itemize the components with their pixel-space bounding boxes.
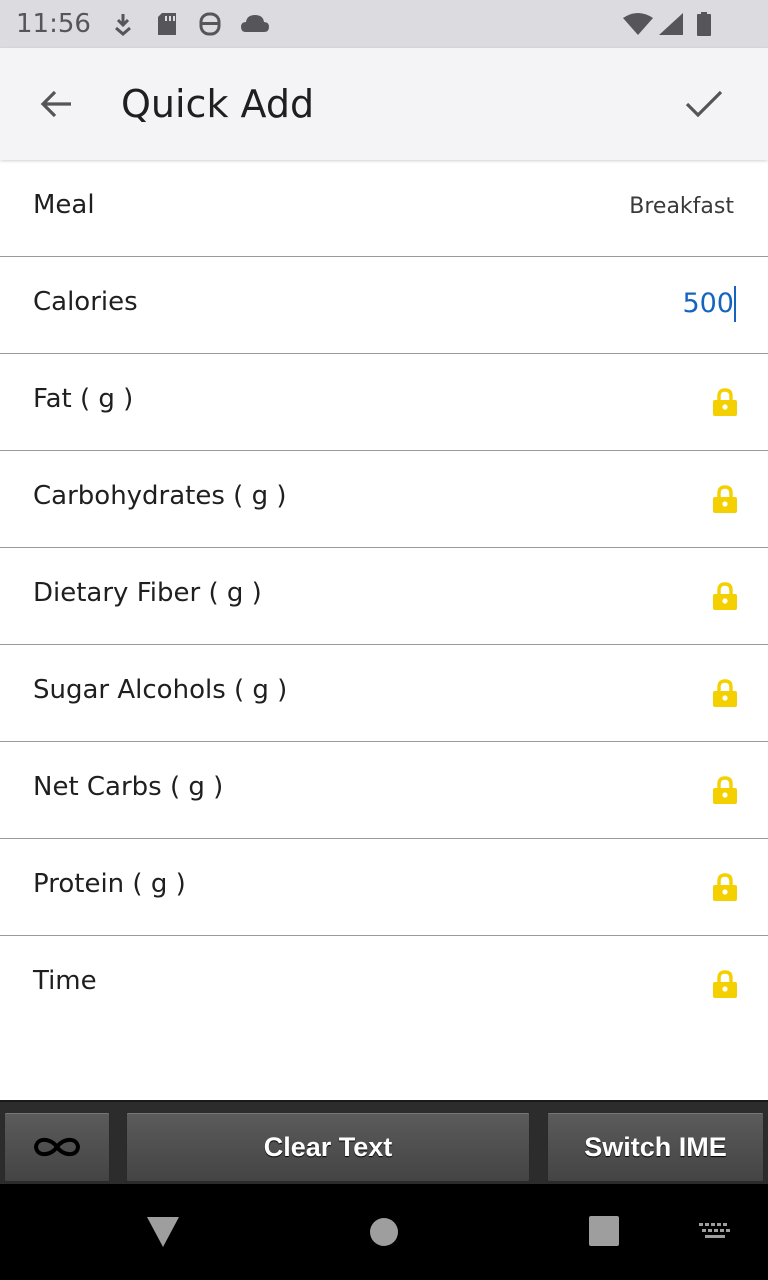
carbohydrates-row[interactable]: Carbohydrates ( g ): [0, 451, 768, 548]
download-icon: [115, 14, 131, 36]
status-bar: 11:56: [0, 0, 768, 48]
ime-toolbar: Clear Text Switch IME: [0, 1100, 768, 1186]
signal-icon: [659, 13, 683, 35]
back-button[interactable]: [28, 76, 84, 132]
confirm-button[interactable]: [676, 76, 732, 132]
fat-row[interactable]: Fat ( g ): [0, 354, 768, 451]
net-carbs-label: Net Carbs ( g ): [33, 772, 224, 802]
carbohydrates-label: Carbohydrates ( g ): [33, 481, 287, 511]
page-title: Quick Add: [121, 82, 315, 126]
dietary-fiber-row[interactable]: Dietary Fiber ( g ): [0, 548, 768, 645]
clear-text-button[interactable]: Clear Text: [126, 1112, 530, 1182]
wifi-icon: [623, 13, 653, 35]
lock-icon[interactable]: [712, 873, 738, 901]
lock-icon[interactable]: [712, 388, 738, 416]
app-bar: Quick Add: [0, 48, 768, 160]
time-row[interactable]: Time: [0, 936, 768, 1032]
battery-icon: [697, 12, 711, 36]
sugar-alcohols-label: Sugar Alcohols ( g ): [33, 675, 288, 705]
calories-label: Calories: [33, 287, 138, 317]
calories-input[interactable]: 500: [682, 286, 736, 322]
nav-recents-icon[interactable]: [589, 1216, 619, 1246]
nav-home-icon[interactable]: [369, 1217, 399, 1247]
nav-back-icon[interactable]: [146, 1216, 180, 1248]
navigation-bar: [0, 1184, 768, 1280]
quick-add-form: Meal Breakfast Calories 500 Fat ( g ) Ca…: [0, 160, 768, 1032]
fat-label: Fat ( g ): [33, 384, 134, 414]
switch-ime-button[interactable]: Switch IME: [547, 1112, 764, 1182]
calories-row[interactable]: Calories 500: [0, 257, 768, 354]
assistant-icon: [199, 12, 221, 36]
sd-card-icon: [158, 13, 176, 35]
time-label: Time: [33, 966, 97, 996]
lock-icon[interactable]: [712, 679, 738, 707]
status-time: 11:56: [16, 9, 91, 39]
cloud-icon: [241, 15, 269, 32]
infinity-button[interactable]: [4, 1112, 110, 1182]
dietary-fiber-label: Dietary Fiber ( g ): [33, 578, 262, 608]
net-carbs-row[interactable]: Net Carbs ( g ): [0, 742, 768, 839]
meal-label: Meal: [33, 190, 95, 220]
protein-label: Protein ( g ): [33, 869, 186, 899]
arrow-back-icon: [40, 90, 71, 118]
lock-icon[interactable]: [712, 582, 738, 610]
lock-icon[interactable]: [712, 776, 738, 804]
meal-row[interactable]: Meal Breakfast: [0, 160, 768, 257]
keyboard-icon[interactable]: [698, 1222, 732, 1240]
infinity-icon: [33, 1137, 81, 1157]
protein-row[interactable]: Protein ( g ): [0, 839, 768, 936]
check-icon: [685, 90, 723, 118]
lock-icon[interactable]: [712, 485, 738, 513]
lock-icon[interactable]: [712, 970, 738, 998]
sugar-alcohols-row[interactable]: Sugar Alcohols ( g ): [0, 645, 768, 742]
meal-value[interactable]: Breakfast: [629, 194, 734, 219]
